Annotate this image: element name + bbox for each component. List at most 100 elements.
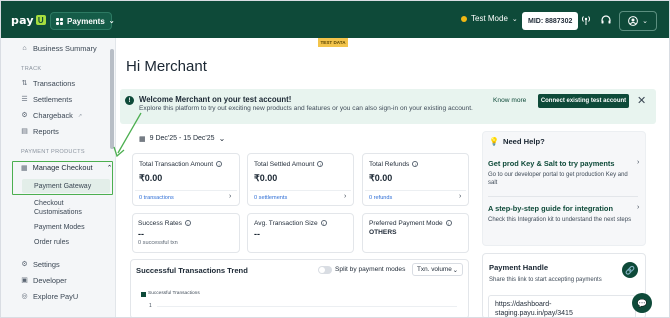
- broadcast-icon[interactable]: [580, 14, 592, 26]
- sidebar-item-label: Developer: [33, 276, 67, 285]
- card-value: ₹0.00: [369, 173, 393, 183]
- card-value: ₹0.00: [139, 173, 163, 183]
- user-menu-button[interactable]: ⌄: [619, 11, 657, 31]
- integration-guide-link[interactable]: A step-by-step guide for integration: [488, 204, 613, 213]
- sidebar-subitem-checkout-customisations[interactable]: Checkout Customisations: [34, 199, 104, 217]
- sidebar-item-settings[interactable]: ⚙ Settings: [21, 260, 59, 269]
- divider: [135, 190, 237, 191]
- connect-test-account-button[interactable]: Connect existing test account: [538, 94, 629, 108]
- developer-icon: ▣: [21, 277, 28, 284]
- sidebar-item-developer[interactable]: ▣ Developer: [21, 276, 67, 285]
- user-avatar-icon: [628, 16, 638, 26]
- legend-label: Successful Transactions: [148, 291, 200, 296]
- card-label-text: Avg. Transaction Size: [254, 220, 318, 227]
- chevron-right-icon[interactable]: ›: [459, 193, 461, 200]
- reports-icon: ▤: [21, 128, 28, 135]
- chevron-right-icon[interactable]: ›: [344, 193, 346, 200]
- sidebar-item-label: Manage Checkout: [32, 163, 93, 172]
- split-toggle-label: Split by payment modes: [335, 266, 406, 273]
- successful-txn-count: 0 successful txn: [138, 240, 178, 246]
- info-icon[interactable]: i: [184, 220, 191, 227]
- chat-support-icon[interactable]: 💬: [632, 293, 652, 313]
- info-icon[interactable]: i: [412, 161, 419, 168]
- know-more-link[interactable]: Know more: [493, 97, 526, 104]
- sidebar-item-chargeback[interactable]: ⚙ Chargeback ↗: [21, 111, 82, 120]
- need-help-card: [482, 131, 646, 246]
- home-icon: ⌂: [22, 45, 27, 52]
- card-label: Success Rates i: [138, 220, 191, 227]
- info-icon[interactable]: i: [320, 220, 327, 227]
- chevron-right-icon[interactable]: ›: [637, 204, 639, 211]
- sidebar-item-reports[interactable]: ▤ Reports: [21, 127, 59, 136]
- mode-switcher[interactable]: Test Mode ⌄: [461, 14, 518, 23]
- card-label: Avg. Transaction Size i: [254, 220, 327, 227]
- card-label: Preferred Payment Mode i: [369, 220, 452, 227]
- card-label-text: Total Settled Amount: [254, 161, 315, 168]
- headset-support-icon[interactable]: [600, 14, 612, 26]
- sidebar-subitem-payment-modes[interactable]: Payment Modes: [34, 223, 85, 232]
- transactions-icon: ⇅: [21, 80, 28, 87]
- card-value: OTHERS: [369, 229, 397, 236]
- gear-icon: ⚙: [21, 261, 28, 268]
- legend-swatch: [141, 292, 146, 297]
- date-range-label: 9 Dec'25 - 15 Dec'25: [149, 135, 215, 142]
- page-title: Hi Merchant: [126, 58, 207, 75]
- lightbulb-icon: 💡: [489, 137, 499, 146]
- test-data-badge: TEST DATA: [318, 38, 348, 47]
- settlements-count-link[interactable]: 0 settlements: [254, 195, 287, 201]
- card-label-text: Total Transaction Amount: [139, 161, 214, 168]
- info-icon: !: [125, 96, 134, 105]
- prod-key-salt-link[interactable]: Get prod Key & Salt to try payments: [488, 159, 615, 168]
- date-range-selector[interactable]: ▦ 9 Dec'25 - 15 Dec'25 ⌄: [139, 132, 225, 145]
- chevron-down-icon: ⌄: [511, 15, 518, 23]
- refunds-count-link[interactable]: 0 refunds: [369, 195, 392, 201]
- card-value: --: [138, 229, 144, 239]
- sidebar-item-label: Transactions: [33, 79, 76, 88]
- payment-handle-title: Payment Handle: [489, 263, 549, 272]
- y-axis-tick: 1: [149, 303, 152, 309]
- sidebar-section-payment-products: PAYMENT PRODUCTS: [21, 149, 85, 155]
- card-label: Total Settled Amount i: [254, 161, 324, 168]
- compass-icon: ◎: [21, 293, 28, 300]
- chevron-right-icon[interactable]: ›: [229, 193, 231, 200]
- divider: [250, 190, 351, 191]
- chevron-up-icon: ⌃: [106, 164, 113, 172]
- card-value: --: [254, 229, 260, 239]
- sidebar-scrollbar[interactable]: [110, 49, 114, 149]
- transactions-count-link[interactable]: 0 transactions: [139, 195, 174, 201]
- checkout-icon: ▦: [21, 164, 28, 172]
- help-text: Go to our developer portal to get produc…: [488, 172, 628, 186]
- chevron-right-icon[interactable]: ›: [637, 159, 639, 166]
- split-by-payment-modes-toggle[interactable]: [318, 266, 332, 274]
- divider: [488, 196, 638, 197]
- sidebar-item-manage-checkout[interactable]: ▦ Manage Checkout ⌃: [21, 163, 112, 172]
- card-label: Total Refunds i: [369, 161, 419, 168]
- info-icon[interactable]: i: [445, 220, 452, 227]
- info-icon[interactable]: i: [317, 161, 324, 168]
- close-icon[interactable]: ✕: [637, 96, 646, 107]
- payu-logo[interactable]: pay U: [11, 12, 46, 28]
- sidebar-item-transactions[interactable]: ⇅ Transactions: [21, 79, 75, 88]
- merchant-id-badge[interactable]: MID: 8887302: [522, 12, 579, 30]
- card-label-text: Success Rates: [138, 220, 182, 227]
- payment-handle-url[interactable]: https://dashboard-staging.payu.in/pay/34…: [488, 295, 636, 317]
- select-value: Txn. volume: [417, 266, 452, 273]
- chevron-down-icon: ⌄: [452, 266, 458, 274]
- card-value: ₹0.00: [254, 173, 278, 183]
- chevron-down-icon: ⌄: [218, 134, 226, 143]
- info-icon[interactable]: i: [216, 161, 223, 168]
- sidebar-item-business-summary[interactable]: ⌂ Business Summary: [21, 44, 97, 53]
- success-rates-card: [132, 213, 240, 253]
- help-title: 💡 Need Help?: [489, 137, 545, 146]
- sidebar-item-settlements[interactable]: ☰ Settlements: [21, 95, 72, 104]
- avg-transaction-size-card: [247, 213, 354, 253]
- product-switcher-button[interactable]: Payments ⌄: [50, 12, 115, 30]
- txn-volume-select[interactable]: Txn. volume ⌄: [412, 263, 463, 276]
- link-icon[interactable]: 🔗: [622, 262, 638, 278]
- settlements-icon: ☰: [21, 96, 28, 103]
- sidebar-item-label: Business Summary: [33, 44, 97, 53]
- app-window: pay U Payments ⌄ Test Mode ⌄ MID: 888730…: [0, 0, 670, 318]
- sidebar-subitem-order-rules[interactable]: Order rules: [34, 238, 69, 247]
- sidebar-subitem-payment-gateway[interactable]: Payment Gateway: [34, 182, 91, 191]
- sidebar-item-explore-payu[interactable]: ◎ Explore PayU: [21, 292, 78, 301]
